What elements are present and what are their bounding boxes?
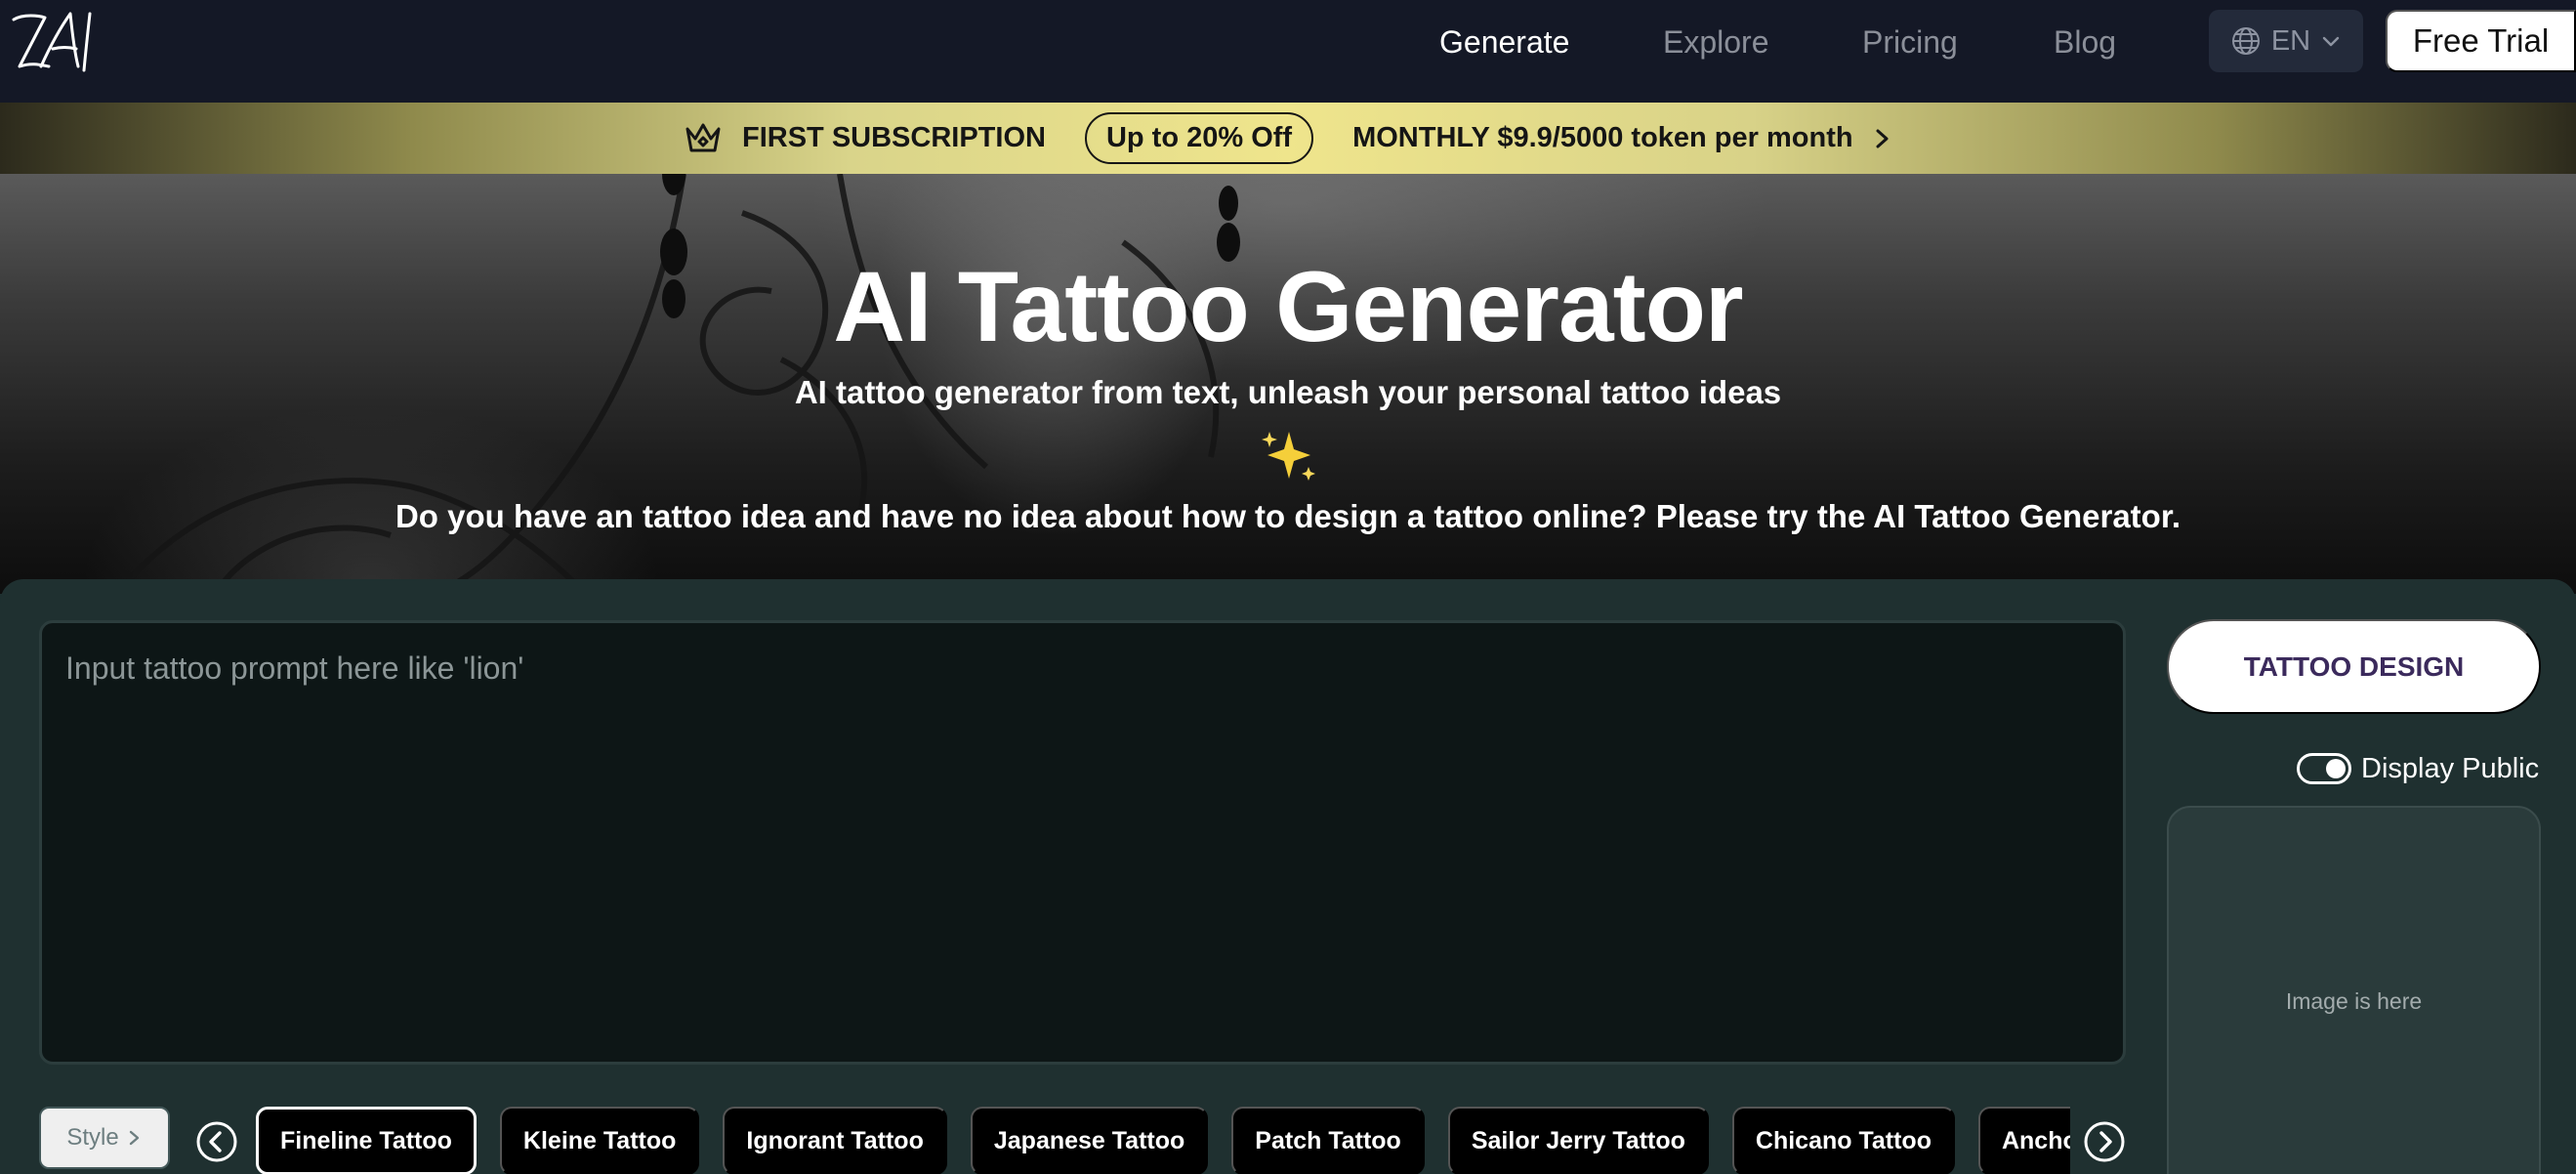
nav-link-explore[interactable]: Explore	[1663, 20, 1769, 64]
crown-icon	[686, 123, 721, 151]
free-trial-button[interactable]: Free Trial	[2386, 10, 2576, 72]
chevron-right-circle-icon[interactable]	[2083, 1120, 2126, 1163]
chevron-right-icon	[129, 1130, 139, 1146]
nav-link-pricing[interactable]: Pricing	[1862, 20, 1958, 64]
tattoo-design-button[interactable]: TATTOO DESIGN	[2167, 619, 2541, 714]
style-button[interactable]: Style	[39, 1107, 170, 1169]
generator-panel: TATTOO DESIGN Display Public Image is he…	[0, 579, 2576, 1174]
style-chip-fineline[interactable]: Fineline Tattoo	[256, 1107, 477, 1174]
chevron-right-icon	[1876, 129, 1889, 147]
language-label: EN	[2270, 24, 2311, 57]
hero-subtitle: AI tattoo generator from text, unleash y…	[794, 374, 1782, 410]
promo-content: FIRST SUBSCRIPTION Up to 20% Off MONTHLY…	[684, 103, 1892, 174]
display-public-toggle[interactable]: Display Public	[2297, 749, 2539, 788]
toggle-knob	[2326, 759, 2346, 778]
promo-banner[interactable]: FIRST SUBSCRIPTION Up to 20% Off MONTHLY…	[0, 103, 2576, 174]
hero-section: AI Tattoo Generator AI tattoo generator …	[0, 174, 2576, 594]
toggle-switch[interactable]	[2297, 753, 2351, 784]
style-chips: Fineline Tattoo Kleine Tattoo Ignorant T…	[256, 1107, 2070, 1174]
style-chip-kleine[interactable]: Kleine Tattoo	[499, 1107, 700, 1174]
image-preview: Image is here	[2167, 806, 2541, 1174]
nav-link-blog[interactable]: Blog	[2054, 20, 2116, 64]
image-placeholder-text: Image is here	[2285, 987, 2423, 1014]
chevron-left-circle-icon[interactable]	[195, 1120, 238, 1163]
style-label: Style	[66, 1124, 119, 1151]
style-chip-patch[interactable]: Patch Tattoo	[1231, 1107, 1425, 1174]
logo[interactable]	[6, 6, 104, 76]
globe-icon	[2231, 27, 2260, 55]
chevron-down-icon	[2322, 36, 2340, 47]
promo-title: FIRST SUBSCRIPTION	[742, 122, 1046, 153]
sparkles-icon	[1262, 432, 1315, 481]
hero-description: Do you have an tattoo idea and have no i…	[395, 498, 2181, 534]
style-chip-chicano[interactable]: Chicano Tattoo	[1731, 1107, 1955, 1174]
prompt-input[interactable]	[39, 620, 2126, 1065]
style-chip-sailor-jerry[interactable]: Sailor Jerry Tattoo	[1447, 1107, 1709, 1174]
nav-link-generate[interactable]: Generate	[1439, 20, 1569, 64]
display-public-label: Display Public	[2361, 752, 2540, 784]
top-navigation: Generate Explore Pricing Blog EN Free Tr…	[0, 0, 2576, 103]
language-selector[interactable]: EN	[2209, 10, 2363, 72]
promo-offer: MONTHLY $9.9/5000 token per month	[1352, 122, 1853, 153]
page-title: AI Tattoo Generator	[833, 251, 1743, 362]
style-chip-japanese[interactable]: Japanese Tattoo	[970, 1107, 1209, 1174]
style-chip-anchor[interactable]: Anchor Tattoo	[1977, 1107, 2070, 1174]
style-chip-ignorant[interactable]: Ignorant Tattoo	[723, 1107, 947, 1174]
discount-badge: Up to 20% Off	[1084, 112, 1314, 164]
